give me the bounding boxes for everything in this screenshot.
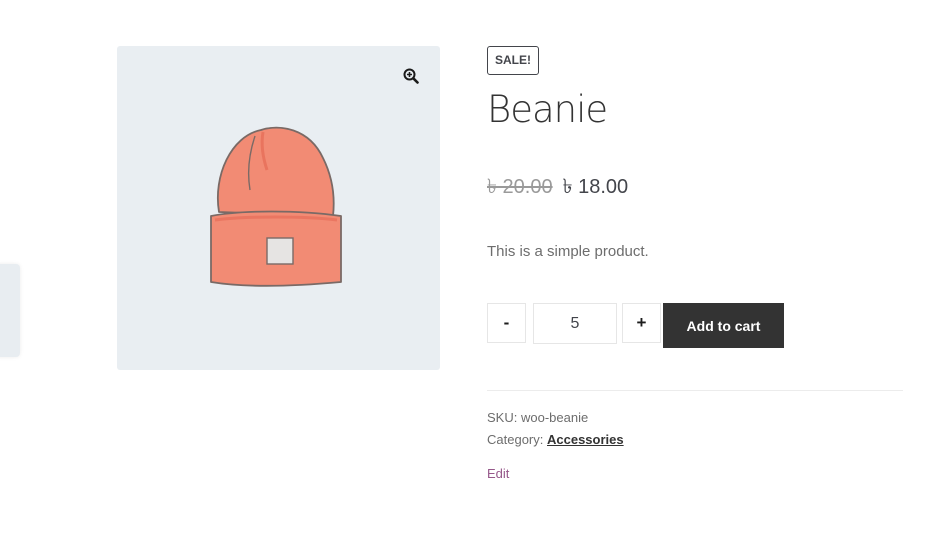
sku-label: SKU: [487,410,518,425]
quantity-plus-button[interactable]: + [622,303,661,343]
category-line: Category: Accessories [487,429,624,451]
product-meta: SKU: woo-beanie Category: Accessories [487,407,624,451]
product-title: Beanie [487,88,608,131]
edit-link[interactable]: Edit [487,466,509,481]
product-price: ৳ 20.00 ৳ 18.00 [487,172,628,205]
side-panel-tab[interactable] [0,264,20,357]
sku-value: woo-beanie [520,410,589,425]
quantity-minus-button[interactable]: - [487,303,526,343]
zoom-in-icon[interactable] [401,66,421,86]
category-link[interactable]: Accessories [547,432,624,447]
quantity-input[interactable]: 5 [533,303,617,344]
add-to-cart-button[interactable]: Add to cart [663,303,784,348]
product-gallery [117,46,440,370]
divider [487,390,903,391]
category-label: Category: [487,432,544,447]
sale-badge: SALE! [487,46,539,75]
sale-price: ৳ 18.00 [562,176,629,198]
sku-line: SKU: woo-beanie [487,407,624,429]
regular-price: ৳ 20.00 [487,176,553,198]
short-description: This is a simple product. [487,243,649,260]
beanie-image[interactable] [205,124,347,294]
